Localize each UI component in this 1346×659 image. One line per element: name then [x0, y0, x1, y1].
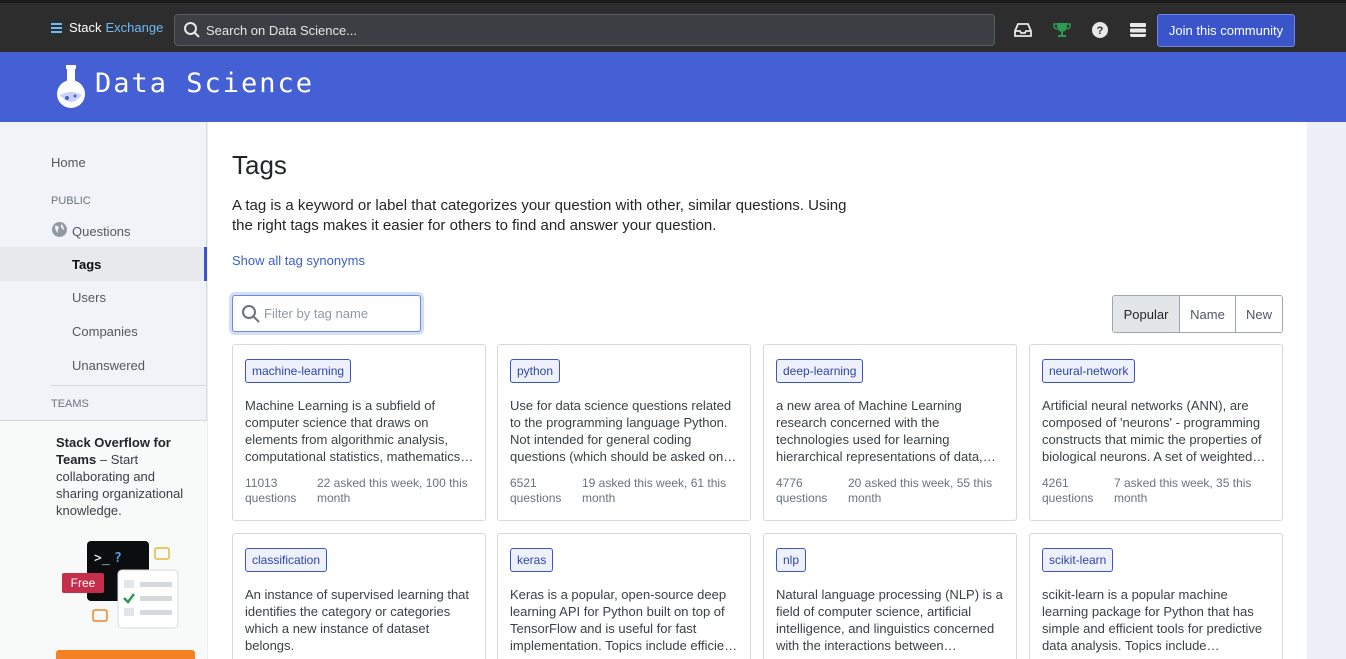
site-search: [174, 14, 995, 46]
stackexchange-logo[interactable]: Stack Exchange: [51, 20, 163, 35]
tag-description: Use for data science questions related t…: [510, 398, 732, 464]
tag-question-count: 11013 questions: [245, 476, 297, 505]
tag-link[interactable]: machine-learning: [245, 359, 352, 383]
tag-link[interactable]: scikit-learn: [1042, 548, 1114, 572]
tag-description: Keras is a popular, open-source deep lea…: [510, 587, 735, 653]
logo-exchange-text: Exchange: [105, 20, 164, 35]
globe-icon: [51, 221, 68, 241]
tag-question-count: 6521 questions: [510, 476, 562, 505]
tag-link[interactable]: neural-network: [1042, 359, 1136, 383]
site-header: Data Science: [0, 52, 1346, 122]
help-icon[interactable]: ?: [1090, 20, 1110, 40]
sort-popular-button[interactable]: Popular: [1113, 296, 1179, 332]
tag-question-count: 4776 questions: [776, 476, 828, 505]
nav-users[interactable]: Users: [72, 290, 106, 305]
data-science-flask-icon[interactable]: [56, 65, 86, 114]
nav-companies[interactable]: Companies: [72, 324, 138, 339]
svg-text:?: ?: [1097, 25, 1104, 37]
sort-new-button[interactable]: New: [1235, 296, 1282, 332]
svg-text:>_: >_: [94, 551, 110, 566]
show-tag-synonyms-link[interactable]: Show all tag synonyms: [232, 253, 365, 268]
search-icon: [183, 21, 201, 44]
divider: [51, 385, 207, 386]
nav-home[interactable]: Home: [51, 155, 86, 170]
nav-questions[interactable]: Questions: [51, 221, 131, 241]
tag-card: nlp Natural language processing (NLP) is…: [763, 533, 1017, 659]
tag-description: An instance of supervised learning that …: [245, 587, 470, 653]
tag-link[interactable]: deep-learning: [776, 359, 864, 383]
search-icon: [241, 304, 261, 329]
tag-description: Artificial neural networks (ANN), are co…: [1042, 398, 1262, 464]
tag-link[interactable]: python: [510, 359, 561, 383]
inbox-icon[interactable]: [1013, 20, 1033, 40]
tag-card: deep-learning a new area of Machine Lear…: [763, 344, 1017, 521]
nav-unanswered[interactable]: Unanswered: [72, 358, 145, 373]
nav-section-public: PUBLIC: [51, 195, 91, 207]
tag-activity[interactable]: 20 asked this week, 55 this month: [848, 476, 1008, 506]
top-bar: StackExchange ? Join this community: [0, 0, 1346, 52]
tag-link[interactable]: classification: [245, 548, 328, 572]
tag-question-count: 4261 questions: [1042, 476, 1094, 505]
tag-description: Machine Learning is a subfield of comput…: [245, 398, 464, 464]
free-badge: Free: [62, 573, 104, 593]
tag-card: scikit-learn scikit-learn is a popular m…: [1029, 533, 1283, 659]
tag-card: neural-network Artificial neural network…: [1029, 344, 1283, 521]
tags-intro: A tag is a keyword or label that categor…: [232, 197, 847, 234]
teams-promo-text: Stack Overflow for Teams – Start collabo…: [56, 434, 188, 519]
page-title: Tags: [232, 150, 287, 180]
left-sidebar: Home PUBLIC Questions Tags Users Compani…: [0, 122, 207, 659]
tag-link[interactable]: nlp: [776, 548, 807, 572]
tag-description: a new area of Machine Learning research …: [776, 398, 983, 464]
site-name[interactable]: Data Science: [95, 68, 314, 99]
nav-tags-label: Tags: [72, 257, 102, 272]
svg-text:?: ?: [114, 551, 122, 566]
stackexchange-icon: [51, 22, 62, 33]
tag-description: Natural language processing (NLP) is a f…: [776, 587, 1003, 653]
nav-tags[interactable]: Tags: [0, 247, 207, 281]
tag-card: python Use for data science questions re…: [497, 344, 751, 521]
tag-card: machine-learning Machine Learning is a s…: [232, 344, 486, 521]
tag-activity[interactable]: 7 asked this week, 35 this month: [1114, 476, 1274, 506]
teams-promo: Stack Overflow for Teams – Start collabo…: [0, 420, 207, 659]
site-switcher-icon[interactable]: [1128, 20, 1148, 40]
tag-link[interactable]: keras: [510, 548, 554, 572]
tag-sort-tabs: Popular Name New: [1112, 295, 1283, 333]
nav-section-teams: TEAMS: [51, 398, 89, 410]
tag-activity[interactable]: 19 asked this week, 61 this month: [582, 476, 742, 506]
achievements-icon[interactable]: [1052, 20, 1072, 40]
nav-questions-label: Questions: [72, 223, 131, 239]
tag-activity[interactable]: 22 asked this week, 100 this month: [317, 476, 477, 506]
sort-name-button[interactable]: Name: [1179, 296, 1235, 332]
teams-cta-button[interactable]: [56, 650, 195, 659]
tag-card: classification An instance of supervised…: [232, 533, 486, 659]
main-content: Tags A tag is a keyword or label that ca…: [208, 122, 1307, 659]
tag-filter: [232, 295, 421, 332]
tag-filter-input[interactable]: [264, 296, 414, 331]
tag-card: keras Keras is a popular, open-source de…: [497, 533, 751, 659]
join-community-button[interactable]: Join this community: [1157, 14, 1295, 47]
site-search-input[interactable]: [206, 15, 986, 45]
logo-stack-text: Stack: [69, 20, 102, 35]
tag-description: scikit-learn is a popular machine learni…: [1042, 587, 1263, 653]
